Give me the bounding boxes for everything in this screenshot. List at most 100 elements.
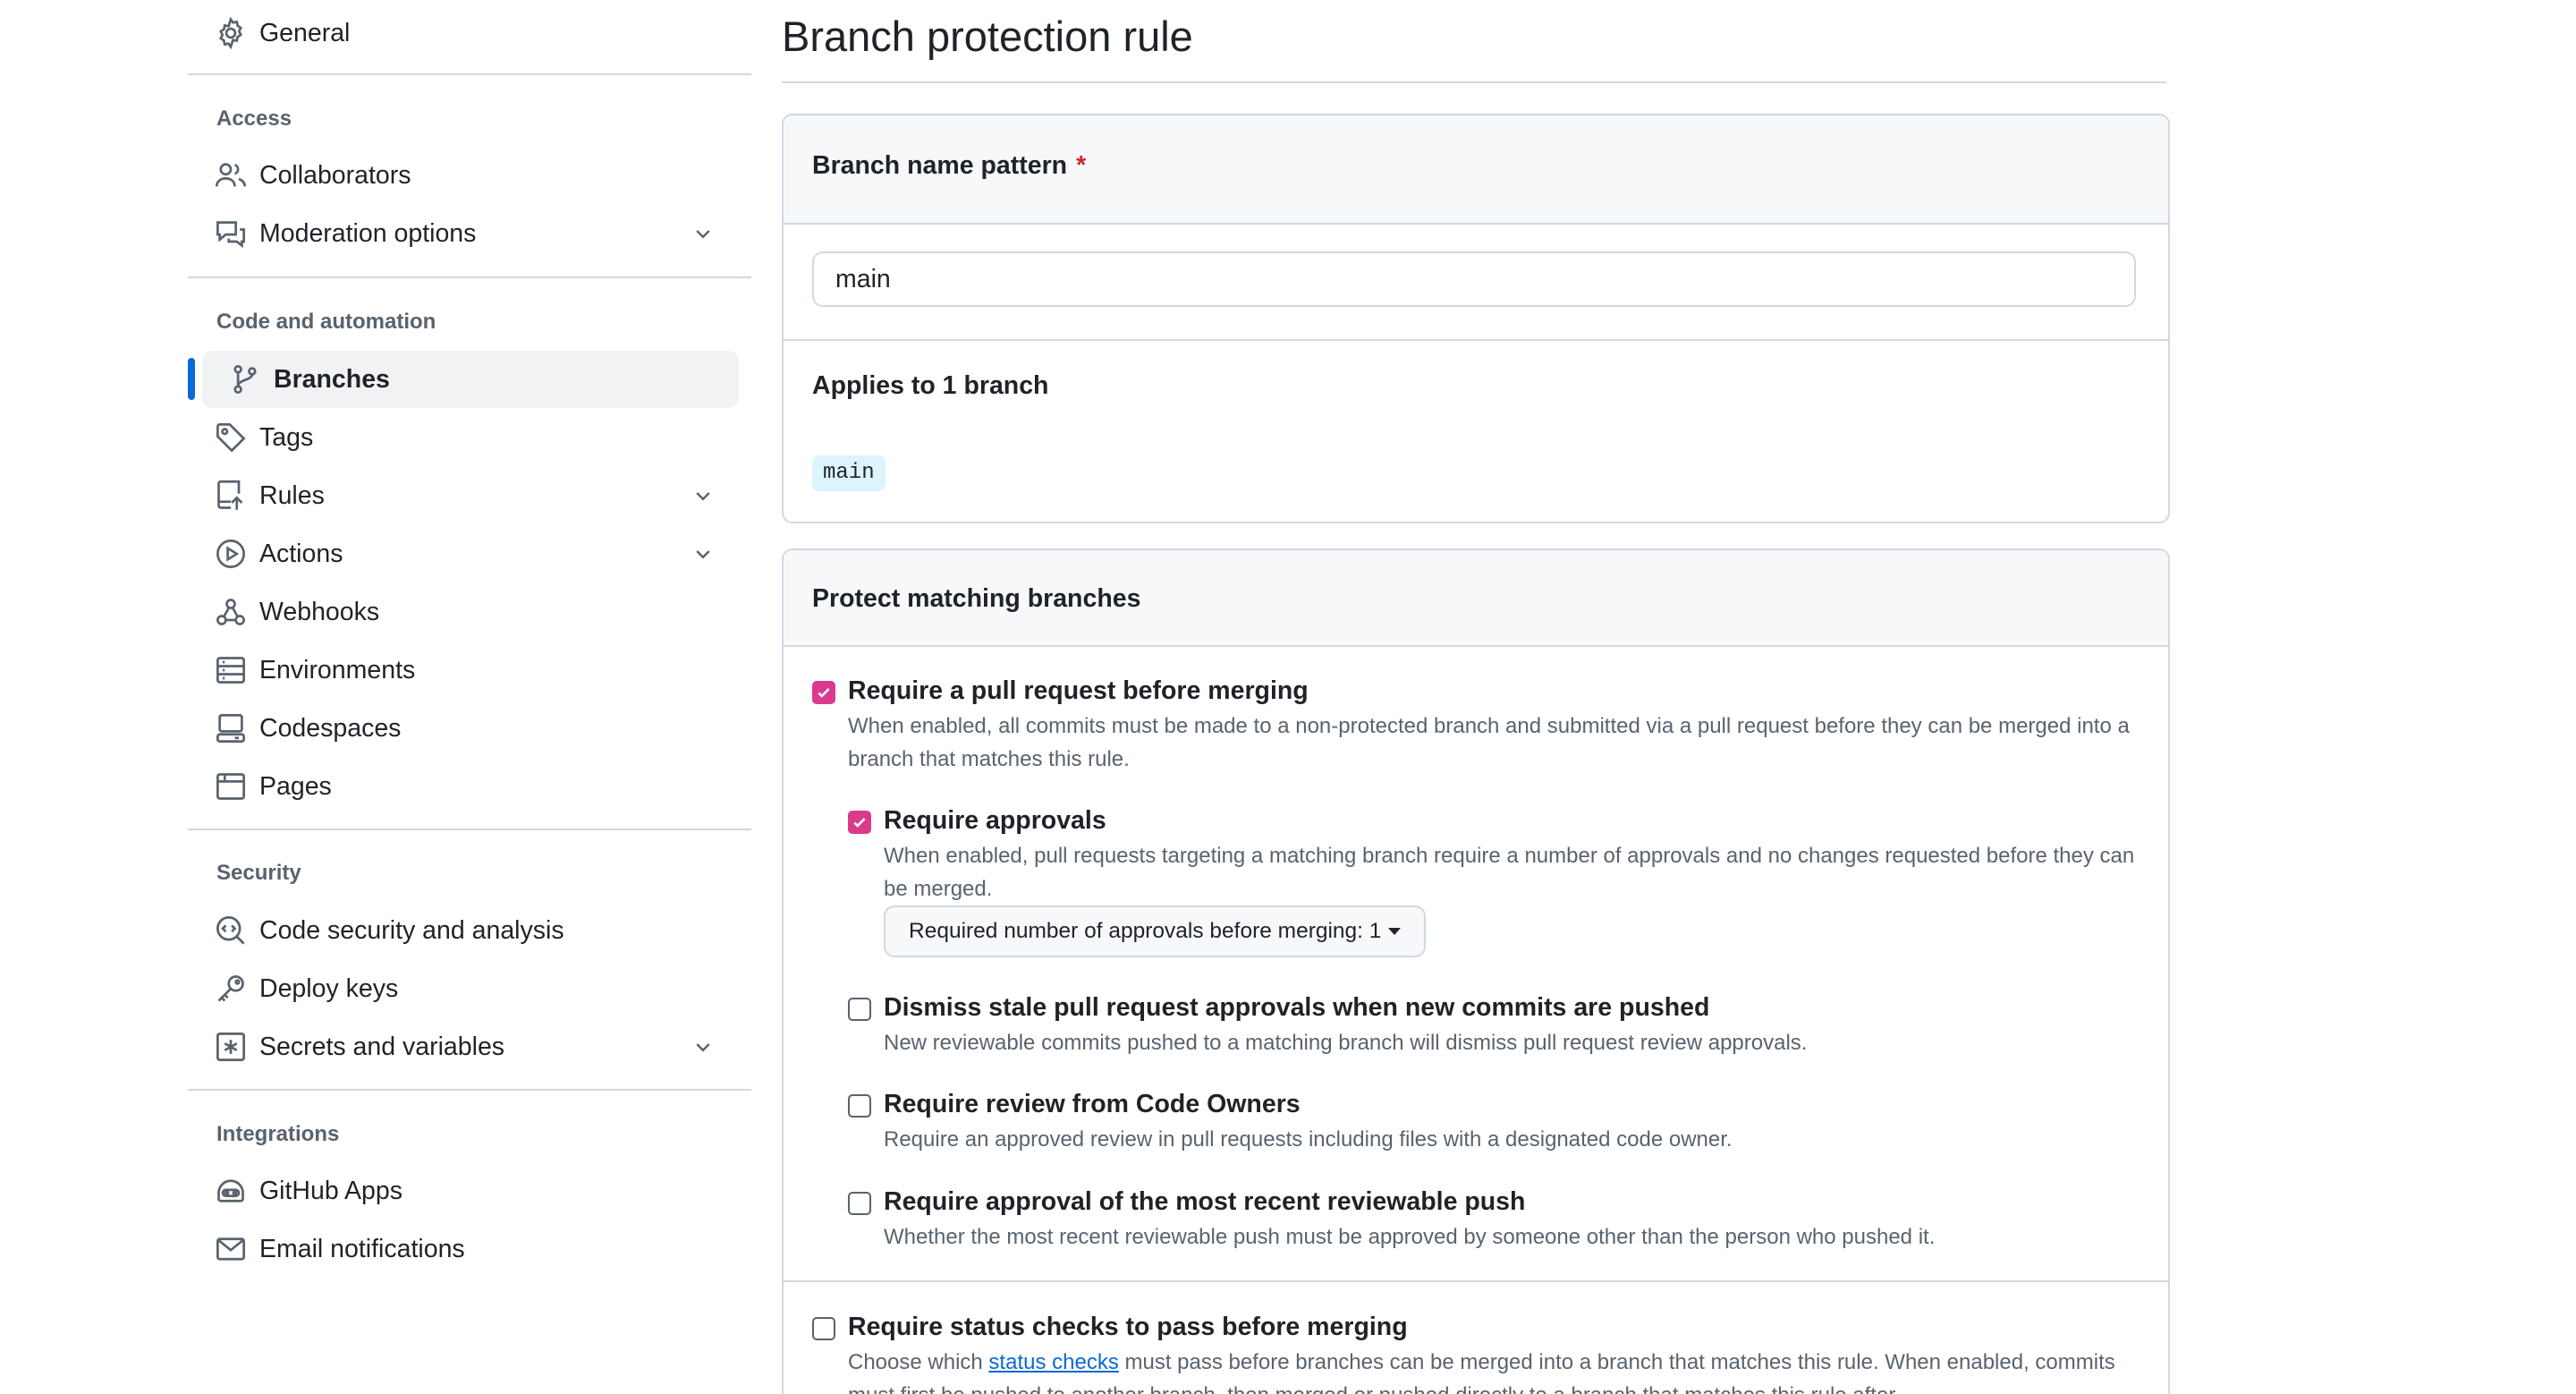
sidebar-item-label: Codespaces bbox=[259, 714, 402, 743]
comment-discussion-icon bbox=[215, 217, 247, 250]
mail-icon bbox=[215, 1233, 247, 1265]
hubot-icon bbox=[215, 1175, 247, 1207]
sidebar-item-label: Pages bbox=[259, 772, 332, 801]
branch-name-pattern-label: Branch name pattern * bbox=[812, 149, 1086, 182]
server-icon bbox=[215, 654, 247, 686]
matching-branch-badge: main bbox=[812, 455, 886, 491]
sidebar-item-rules[interactable]: Rules bbox=[188, 467, 739, 524]
repo-push-icon bbox=[215, 480, 247, 512]
require-pr-checkbox[interactable] bbox=[812, 681, 835, 704]
option-description: Whether the most recent reviewable push … bbox=[884, 1225, 1936, 1249]
desc-text: Choose which bbox=[848, 1350, 989, 1374]
sidebar-item-label: Tags bbox=[259, 423, 314, 452]
status-checks-checkbox[interactable] bbox=[812, 1317, 835, 1340]
play-icon bbox=[215, 538, 247, 570]
sidebar-item-environments[interactable]: Environments bbox=[188, 642, 739, 699]
group-title-integrations: Integrations bbox=[216, 1122, 340, 1146]
branch-name-pattern-input[interactable] bbox=[812, 251, 2136, 307]
option-description: Require an approved review in pull reque… bbox=[884, 1127, 1733, 1152]
box-header: Branch name pattern * bbox=[784, 115, 2168, 225]
divider bbox=[188, 276, 751, 278]
sidebar-item-code-security[interactable]: Code security and analysis bbox=[188, 902, 739, 959]
sidebar-item-deploy-keys[interactable]: Deploy keys bbox=[188, 960, 739, 1017]
option-description: When enabled, pull requests targeting a … bbox=[884, 844, 2135, 901]
group-title-code-and-automation: Code and automation bbox=[216, 310, 436, 334]
key-asterisk-icon bbox=[215, 1031, 247, 1063]
selected-indicator bbox=[188, 358, 195, 400]
sidebar-item-label: GitHub Apps bbox=[259, 1177, 403, 1205]
dismiss-stale-checkbox[interactable] bbox=[848, 998, 871, 1021]
option-title: Require a pull request before merging bbox=[848, 676, 1309, 705]
sidebar-item-label: Rules bbox=[259, 481, 325, 510]
applies-to-title: Applies to 1 branch bbox=[812, 371, 1049, 400]
divider bbox=[784, 339, 2168, 341]
codespaces-icon bbox=[215, 712, 247, 744]
sidebar-item-label: Code security and analysis bbox=[259, 916, 564, 945]
chevron-down-icon[interactable] bbox=[692, 223, 714, 244]
option-description: Choose which status checks must pass bef… bbox=[848, 1346, 2136, 1394]
protect-branches-title: Protect matching branches bbox=[812, 584, 1141, 613]
option-description: When enabled, all commits must be made t… bbox=[848, 714, 2130, 771]
sidebar-item-label: Moderation options bbox=[259, 219, 477, 248]
sidebar-item-branches[interactable]: Branches bbox=[202, 351, 739, 408]
sidebar-item-collaborators[interactable]: Collaborators bbox=[188, 147, 739, 204]
codescan-icon bbox=[215, 914, 247, 947]
option-title: Require approval of the most recent revi… bbox=[884, 1187, 1526, 1216]
option-description: New reviewable commits pushed to a match… bbox=[884, 1031, 1808, 1055]
sidebar-item-github-apps[interactable]: GitHub Apps bbox=[188, 1162, 739, 1220]
status-checks-link[interactable]: status checks bbox=[988, 1350, 1118, 1374]
page-title: Branch protection rule bbox=[782, 13, 1193, 60]
chevron-down-icon[interactable] bbox=[692, 485, 714, 506]
browser-icon bbox=[215, 770, 247, 803]
option-title: Require approvals bbox=[884, 806, 1106, 835]
people-icon bbox=[215, 159, 247, 191]
group-title-security: Security bbox=[216, 861, 301, 885]
option-title: Require status checks to pass before mer… bbox=[848, 1313, 1408, 1341]
git-branch-icon bbox=[229, 363, 261, 395]
sidebar-item-label: Actions bbox=[259, 540, 343, 568]
require-approvals-checkbox[interactable] bbox=[848, 811, 871, 834]
sidebar-item-label: Deploy keys bbox=[259, 974, 399, 1003]
chevron-down-icon[interactable] bbox=[692, 543, 714, 565]
divider bbox=[782, 81, 2166, 83]
sidebar-item-label: Webhooks bbox=[259, 598, 380, 626]
sidebar-item-general[interactable]: General bbox=[188, 4, 739, 62]
sidebar-item-codespaces[interactable]: Codespaces bbox=[188, 700, 739, 757]
sidebar-item-actions[interactable]: Actions bbox=[188, 525, 739, 582]
key-icon bbox=[215, 973, 247, 1005]
divider bbox=[784, 1280, 2168, 1282]
sidebar-item-email-notifications[interactable]: Email notifications bbox=[188, 1220, 739, 1278]
box-header: Protect matching branches bbox=[784, 550, 2168, 647]
sidebar-item-label: General bbox=[259, 19, 351, 47]
check-icon bbox=[818, 688, 830, 698]
sidebar-item-label: Environments bbox=[259, 656, 416, 684]
protect-branches-box: Protect matching branches Require a pull… bbox=[782, 548, 2170, 1394]
sidebar-item-secrets-and-variables[interactable]: Secrets and variables bbox=[188, 1018, 739, 1075]
required-approvals-select[interactable]: Required number of approvals before merg… bbox=[884, 905, 1427, 957]
sidebar-item-webhooks[interactable]: Webhooks bbox=[188, 583, 739, 641]
group-title-access: Access bbox=[216, 106, 292, 131]
webhook-icon bbox=[215, 596, 247, 628]
select-label: Required number of approvals before merg… bbox=[909, 919, 1382, 943]
sidebar-item-label: Email notifications bbox=[259, 1235, 465, 1263]
sidebar-item-label: Branches bbox=[274, 365, 390, 394]
sidebar-item-tags[interactable]: Tags bbox=[188, 409, 739, 466]
sidebar-item-moderation-options[interactable]: Moderation options bbox=[188, 205, 739, 262]
branch-pattern-box: Branch name pattern * Applies to 1 branch… bbox=[782, 114, 2170, 523]
divider bbox=[188, 73, 751, 75]
option-title: Require review from Code Owners bbox=[884, 1090, 1301, 1118]
gear-icon bbox=[215, 17, 247, 49]
check-icon bbox=[853, 818, 866, 828]
sidebar-item-pages[interactable]: Pages bbox=[188, 758, 739, 815]
sidebar-item-label: Collaborators bbox=[259, 161, 411, 190]
caret-down-icon bbox=[1388, 928, 1402, 935]
tag-icon bbox=[215, 421, 247, 454]
label-text: Branch name pattern bbox=[812, 151, 1068, 180]
recent-push-checkbox[interactable] bbox=[848, 1192, 871, 1215]
divider bbox=[188, 1089, 751, 1091]
code-owners-checkbox[interactable] bbox=[848, 1094, 871, 1118]
chevron-down-icon[interactable] bbox=[692, 1036, 714, 1058]
required-marker: * bbox=[1076, 151, 1087, 180]
option-title: Dismiss stale pull request approvals whe… bbox=[884, 993, 1710, 1022]
divider bbox=[188, 829, 751, 830]
